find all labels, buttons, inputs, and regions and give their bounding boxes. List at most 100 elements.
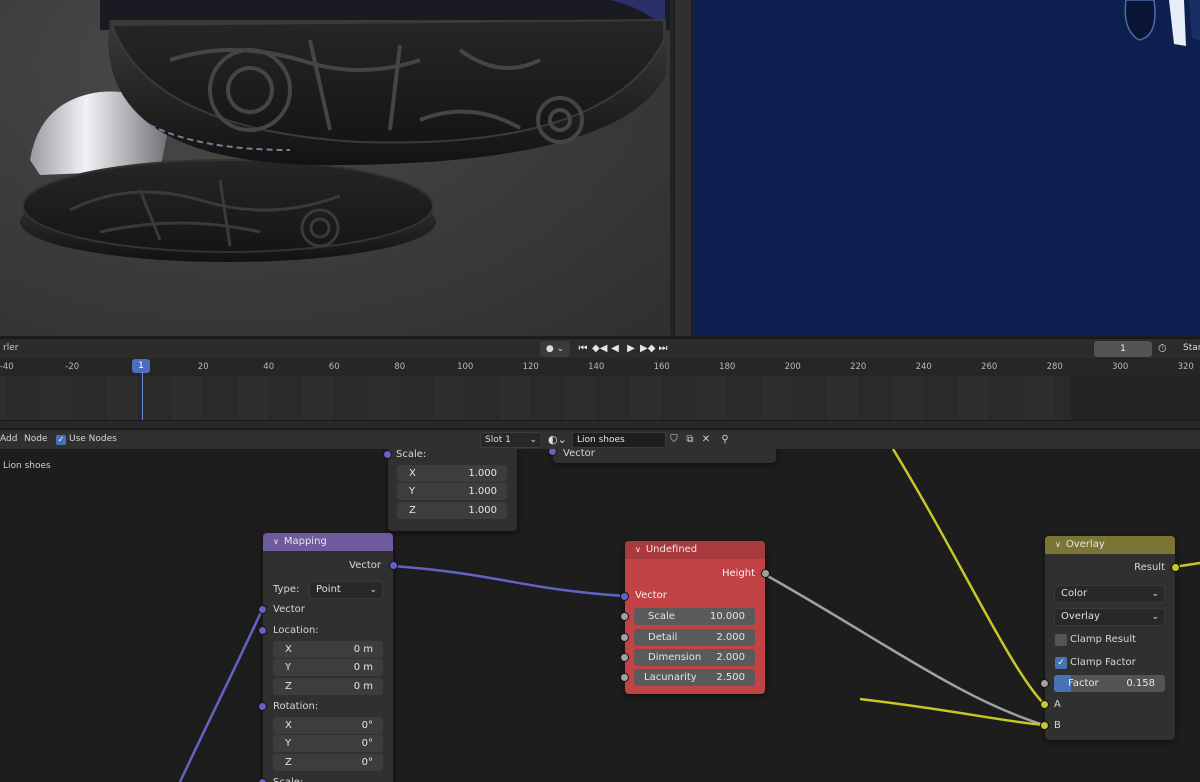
factor-socket[interactable] — [1040, 679, 1049, 688]
dimension-socket[interactable] — [620, 653, 629, 662]
ruler-tick-label: 40 — [263, 362, 275, 372]
frame-grid-line — [6, 376, 40, 420]
fake-user-shield-icon[interactable]: ⛉ — [667, 433, 681, 447]
scale-x-field[interactable]: X 1.000 — [397, 465, 507, 482]
mapping-vector-output-label: Vector — [349, 560, 381, 571]
overlay-result-socket[interactable] — [1171, 563, 1180, 572]
slot-label: Slot 1 — [485, 435, 511, 445]
duplicate-material-icon[interactable]: ⧉ — [683, 433, 697, 447]
detail-socket[interactable] — [620, 633, 629, 642]
shoe-soles-render — [20, 0, 670, 262]
vector-label: Vector — [563, 449, 595, 459]
rotation-y-field[interactable]: Y 0° — [273, 735, 383, 752]
checkmark-icon: ✓ — [56, 435, 66, 445]
location-z-field[interactable]: Z0 m — [273, 678, 383, 695]
frame-grid-line — [989, 376, 1022, 420]
ruler-tick-label: 260 — [981, 362, 998, 372]
input-a-label: A — [1054, 699, 1061, 710]
auto-keying-button[interactable]: ● ⌄ — [540, 341, 570, 357]
mapping-scale-label: Scale: — [263, 774, 393, 782]
location-x-field[interactable]: X0 m — [273, 641, 383, 658]
stopwatch-icon[interactable]: ⏱ — [1158, 341, 1172, 357]
mapping-node[interactable]: ∨ Mapping Vector Type: Point ⌄ Vector Loca… — [258, 533, 398, 782]
collapse-chevron-icon[interactable]: ∨ — [273, 537, 279, 546]
jump-end-icon[interactable]: ⏭ — [656, 341, 670, 357]
scale-node-fragment[interactable]: Scale: X 1.000 Y 1.000 Z 1.000 — [383, 449, 517, 531]
undefined-node[interactable]: ∨ Undefined Height Vector Scale 10.000 Det… — [620, 541, 770, 694]
frame-grid-line — [497, 376, 531, 420]
ruler-tick-label: 80 — [394, 362, 406, 372]
undefined-height-output-socket[interactable] — [761, 569, 770, 578]
frame-grid-line — [890, 376, 924, 420]
frame-grid-line — [563, 376, 596, 420]
mix-data-type-select[interactable]: Color ⌄ — [1054, 585, 1165, 603]
mapping-rotation-label: Rotation: — [273, 701, 319, 712]
playhead-line[interactable] — [142, 372, 143, 422]
mapping-vector-output-socket[interactable] — [389, 561, 398, 570]
pin-icon[interactable]: ⚲ — [718, 433, 732, 447]
play-reverse-icon[interactable]: ◀ — [608, 341, 622, 357]
vector-node-fragment[interactable]: Vector — [548, 449, 776, 463]
timeline-scrollbar[interactable] — [0, 420, 1200, 428]
scale-z-field[interactable]: Z 1.000 — [397, 502, 507, 519]
frame-grid-line — [39, 376, 72, 420]
collapse-chevron-icon[interactable]: ∨ — [1055, 540, 1061, 549]
scale-y-field[interactable]: Y 1.000 — [397, 483, 507, 500]
noise-dimension-field[interactable]: Dimension 2.000 — [634, 649, 755, 666]
playhead-frame-indicator[interactable]: 1 — [132, 359, 150, 373]
ruler-tick-label: 240 — [915, 362, 932, 372]
rotation-z-field[interactable]: Z 0° — [273, 754, 383, 771]
frame-grid-line — [235, 376, 269, 420]
frame-grid-line — [956, 376, 989, 420]
image-editor[interactable] — [694, 0, 1200, 336]
scale-socket[interactable] — [620, 612, 629, 621]
noise-lacunarity-field[interactable]: Lacunarity 2.500 — [634, 669, 755, 686]
timeline-editor-label: rler — [3, 343, 19, 353]
play-icon[interactable]: ▶ — [624, 341, 638, 357]
noise-scale-field[interactable]: Scale 10.000 — [634, 608, 755, 625]
unlink-close-icon[interactable]: ✕ — [699, 433, 713, 447]
factor-slider[interactable]: Factor 0.158 — [1054, 675, 1165, 692]
noise-detail-field[interactable]: Detail 2.000 — [634, 629, 755, 646]
collapse-chevron-icon[interactable]: ∨ — [635, 545, 641, 554]
use-nodes-toggle[interactable]: ✓ Use Nodes — [56, 434, 117, 445]
undefined-header[interactable]: ∨ Undefined — [625, 541, 765, 559]
node-editor-canvas[interactable]: Lion shoes Scale: X 1.000 Y 1.000 Z 1.000 V… — [0, 449, 1200, 782]
overlay-header[interactable]: ∨ Overlay — [1045, 536, 1175, 554]
jump-start-icon[interactable]: ⏮ — [576, 341, 590, 357]
current-frame-field[interactable]: 1 — [1094, 341, 1152, 357]
frame-grid-line — [1021, 376, 1055, 420]
timeline-ruler[interactable]: -40 -20 1 20 40 60 80 100 120 140 160 180 200 220 240 2… — [0, 358, 1200, 376]
mapping-header[interactable]: ∨ Mapping — [263, 533, 393, 551]
playback-controls: ⏮ ◆◀ ◀ ▶ ▶◆ ⏭ — [576, 341, 672, 357]
material-name-field[interactable]: Lion shoes — [572, 432, 666, 448]
blend-mode-select[interactable]: Overlay ⌄ — [1054, 608, 1165, 626]
material-browse-icon[interactable]: ◐⌄ — [548, 433, 570, 447]
node-menu[interactable]: Node — [24, 434, 48, 444]
overlay-mix-node[interactable]: ∨ Overlay Result Color ⌄ Overlay ⌄ Clamp Re… — [1040, 536, 1180, 740]
overlay-result-label: Result — [1134, 562, 1165, 573]
ruler-tick-label: 320 — [1177, 362, 1194, 372]
frame-grid-line — [334, 376, 367, 420]
ruler-tick-label: 300 — [1112, 362, 1129, 372]
mapping-location-label: Location: — [273, 625, 319, 636]
ruler-tick-label: 120 — [522, 362, 539, 372]
prev-keyframe-icon[interactable]: ◆◀ — [592, 341, 607, 357]
lacunarity-socket[interactable] — [620, 673, 629, 682]
timeline-track-area[interactable] — [0, 376, 1200, 420]
chevron-down-icon: ⌄ — [1151, 612, 1159, 622]
input-b-label: B — [1054, 720, 1061, 731]
ruler-tick-label: 60 — [328, 362, 340, 372]
frame-grid-line — [596, 376, 629, 420]
chevron-down-icon: ⌄ — [1151, 589, 1159, 599]
ruler-tick-label: -20 — [65, 362, 80, 372]
mapping-type-select[interactable]: Point ⌄ — [309, 581, 383, 599]
rotation-x-field[interactable]: X 0° — [273, 717, 383, 734]
3d-viewport[interactable] — [0, 0, 670, 336]
area-divider[interactable] — [670, 0, 694, 336]
location-y-field[interactable]: Y0 m — [273, 659, 383, 676]
add-menu[interactable]: Add — [0, 434, 17, 444]
material-slot-select[interactable]: Slot 1 ⌄ — [480, 432, 542, 448]
next-keyframe-icon[interactable]: ▶◆ — [640, 341, 655, 357]
mapping-vector-input-label: Vector — [273, 604, 305, 615]
